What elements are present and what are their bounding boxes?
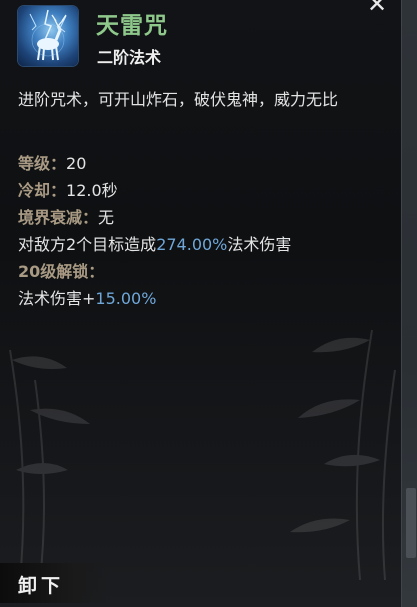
close-icon[interactable]: ✕: [363, 0, 391, 18]
effect-suffix: 法术伤害: [227, 235, 292, 254]
effect-row: 对敌方2个目标造成274.00%法术伤害: [18, 231, 291, 258]
unlock-prefix: 法术伤害+: [18, 289, 96, 308]
level-row: 等级：20: [18, 150, 291, 177]
bamboo-background: [9, 329, 396, 580]
effect-value: 274.00%: [156, 235, 228, 254]
skill-tooltip-panel: 天雷咒 二阶法术 进阶咒术，可开山炸石，破伏鬼神，威力无比 等级：20 冷却：1…: [0, 0, 401, 607]
skill-stats: 等级：20 冷却：12.0秒 境界衰减：无 对敌方2个目标造成274.00%法术…: [18, 150, 291, 312]
level-value: 20: [66, 154, 87, 173]
scroll-handle[interactable]: [406, 488, 416, 558]
realm-decay-label: 境界衰减：: [18, 208, 99, 227]
unload-label: 卸下: [18, 575, 65, 597]
skill-tier: 二阶法术: [97, 48, 162, 67]
right-scroll-strip: [401, 0, 417, 607]
skill-description: 进阶咒术，可开山炸石，破伏鬼神，威力无比: [18, 90, 339, 109]
realm-decay-row: 境界衰减：无: [18, 204, 291, 231]
effect-prefix: 对敌方2个目标造成: [18, 235, 157, 254]
unlock-effect-row: 法术伤害+15.00%: [18, 285, 291, 312]
skill-name: 天雷咒: [96, 13, 168, 39]
cooldown-value: 12.0秒: [66, 181, 118, 200]
cooldown-label: 冷却：: [18, 181, 67, 200]
level-label: 等级：: [18, 154, 67, 173]
thunder-deer-icon: [18, 6, 78, 66]
unload-button[interactable]: 卸下: [0, 563, 108, 603]
realm-decay-value: 无: [98, 208, 115, 227]
unlock-row: 20级解锁：: [18, 258, 291, 285]
cooldown-row: 冷却：12.0秒: [18, 177, 291, 204]
unlock-label: 20级解锁：: [18, 262, 105, 281]
unlock-value: 15.00%: [95, 289, 157, 308]
